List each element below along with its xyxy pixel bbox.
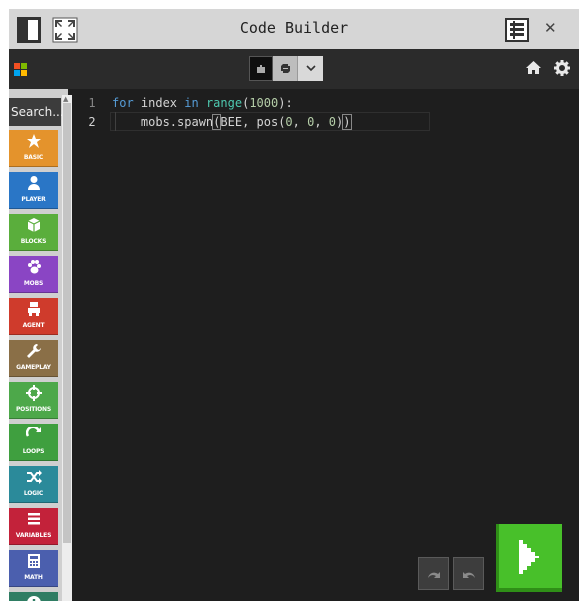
code-text: mobs.spawn(BEE, pos(0, 0, 0)) [112,112,352,132]
person-icon [9,172,58,196]
category-logic[interactable]: LOGIC [9,466,58,503]
code-token: for [112,96,134,110]
blocks-mode-button[interactable] [249,56,273,81]
toolbar [9,49,579,89]
code-text: for index in range(1000): [112,93,293,113]
category-label: MATH [24,574,43,581]
category-label: BLOCKS [20,238,47,245]
code-token: ): [278,96,293,110]
title-bar: Code Builder ✕ [9,9,579,49]
category-math[interactable]: MATH [9,550,58,587]
list-icon [9,508,58,532]
calculator-icon [9,550,58,574]
code-token: index [133,96,185,110]
line-number: 1 [88,96,96,110]
code-token: range [205,96,243,110]
microsoft-logo-icon [14,63,28,77]
code-token: 0 [285,115,293,129]
paw-icon [9,256,58,280]
category-label: AGENT [22,322,45,329]
category-label: BASIC [23,154,44,161]
category-blocks[interactable]: BLOCKS [9,214,58,251]
run-icon [519,540,539,574]
code-token: mobs.spawn [112,115,214,129]
close-icon[interactable]: ✕ [544,19,557,37]
category-mobs[interactable]: MOBS [9,256,58,293]
category-basic[interactable]: BASIC [9,130,58,167]
editor-mode-switch [249,56,323,81]
category-label: POSITIONS [15,406,52,413]
category-agent[interactable]: AGENT [9,298,58,335]
category-player[interactable]: PLAYER [9,172,58,209]
puzzle-icon [257,64,265,73]
window-title: Code Builder [239,19,349,37]
code-token: , [292,115,308,129]
run-button[interactable] [496,524,562,592]
agent-icon [9,298,58,322]
category-more[interactable] [9,592,58,601]
undo-button[interactable] [418,557,449,590]
star-icon [9,130,58,154]
code-token: 0 [328,115,337,129]
category-variables[interactable]: VARIABLES [9,508,58,545]
shuffle-icon [9,466,58,490]
category-label: MOBS [23,280,44,287]
line-number: 2 [88,115,96,129]
sidebar-scroll-thumb[interactable] [63,103,71,543]
code-builder-window: Code Builder ✕ Search... BASIC PLAYER BL… [9,9,579,601]
python-icon [280,64,290,73]
code-token: , [314,115,329,129]
scroll-up-icon[interactable]: ▲ [63,95,68,103]
code-token: BEE, pos( [220,115,286,129]
gear-icon[interactable] [554,60,570,80]
cube-icon [9,214,58,238]
undo-icon [427,571,440,578]
category-label: LOGIC [23,490,44,497]
category-gameplay[interactable]: GAMEPLAY [9,340,58,377]
category-label: VARIABLES [15,532,52,539]
home-icon[interactable] [525,60,542,79]
crosshair-icon [9,382,58,406]
loop-icon [9,424,58,448]
code-token: in [184,96,199,110]
category-loops[interactable]: LOOPS [9,424,58,461]
category-positions[interactable]: POSITIONS [9,382,58,419]
redo-icon [462,571,475,578]
wrench-icon [9,340,58,364]
python-mode-button[interactable] [273,56,297,81]
view-list-icon[interactable] [505,18,529,42]
category-label: LOOPS [22,448,45,455]
code-token: ) [342,114,352,130]
search-button[interactable]: Search... [9,98,64,126]
category-label: GAMEPLAY [16,364,51,371]
chevron-down-icon [305,65,316,72]
mode-dropdown-button[interactable] [297,56,323,81]
redo-button[interactable] [453,557,484,590]
category-label: PLAYER [21,196,46,203]
plus-icon [9,592,58,601]
code-token: 1000 [249,96,279,110]
